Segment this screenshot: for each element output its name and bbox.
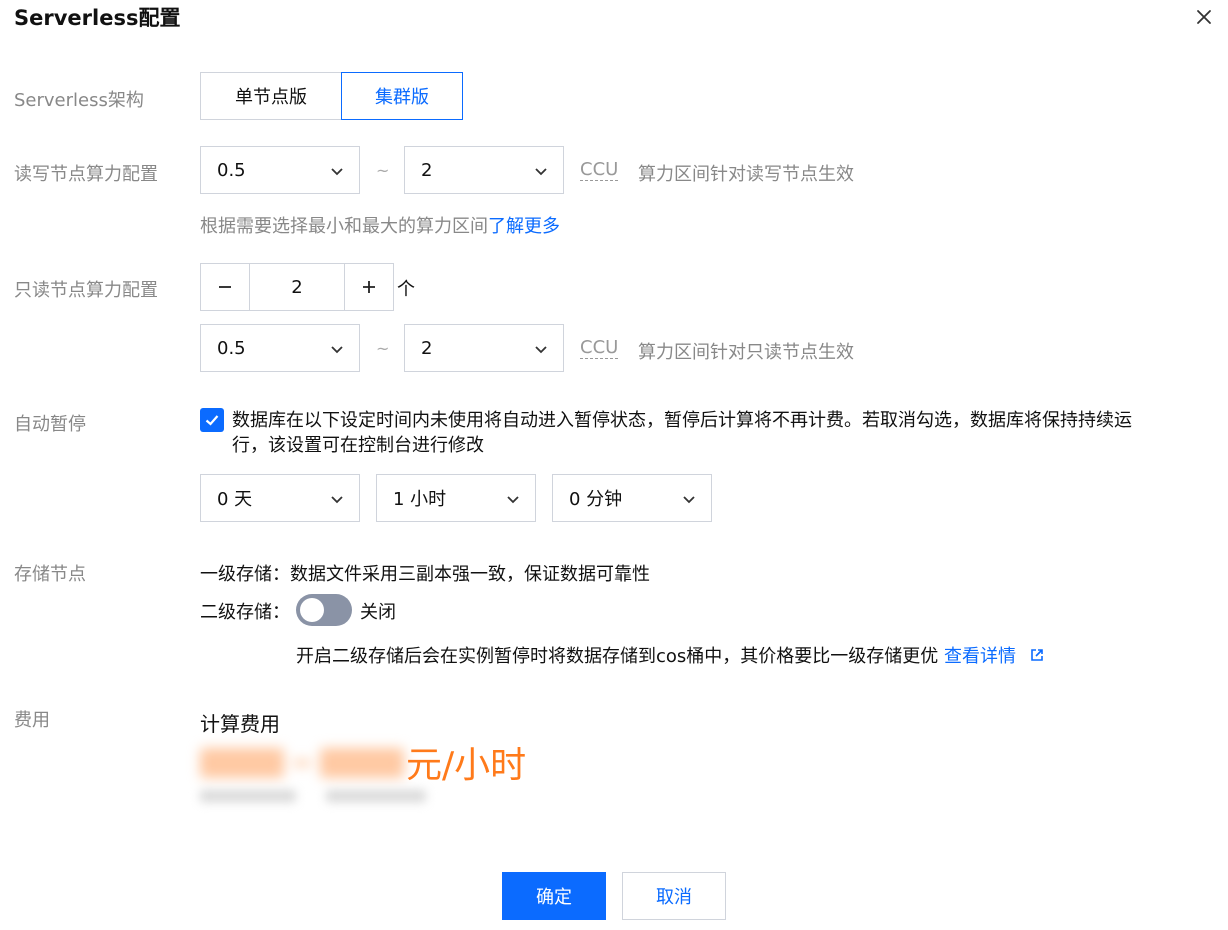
learn-more-link[interactable]: 了解更多	[488, 216, 560, 237]
ro-max-value: 2	[421, 337, 433, 359]
chevron-down-icon	[535, 346, 547, 354]
confirm-button[interactable]: 确定	[502, 872, 606, 920]
ccu-unit[interactable]: CCU	[580, 160, 619, 181]
check-icon	[205, 415, 219, 426]
pause-hours-value: 1 小时	[393, 489, 447, 510]
view-details-label: 查看详情	[944, 646, 1017, 667]
cancel-button[interactable]: 取消	[622, 872, 726, 920]
rw-max-select[interactable]: 2	[404, 146, 564, 194]
range-separator: ~	[376, 161, 390, 180]
toggle-knob	[300, 598, 324, 622]
pause-minutes-value: 0 分钟	[569, 489, 623, 510]
rw-compute-hint: 根据需要选择最小和最大的算力区间了解更多	[200, 212, 560, 238]
auto-pause-label: 自动暂停	[14, 414, 86, 435]
level2-hint-text: 开启二级存储后会在实例暂停时将数据存储到cos桶中，其价格要比一级存储更优	[296, 646, 939, 667]
level2-storage-label: 二级存储：	[200, 602, 290, 623]
minus-icon	[219, 286, 231, 288]
level1-storage-text: 一级存储：数据文件采用三副本强一致，保证数据可靠性	[200, 564, 650, 585]
price-unit: 元/小时	[406, 745, 527, 786]
chevron-down-icon	[331, 496, 343, 504]
level2-storage-toggle[interactable]	[296, 594, 352, 626]
range-separator: ~	[376, 339, 390, 358]
chevron-down-icon	[331, 168, 343, 176]
plus-icon	[363, 281, 375, 293]
dialog-title: Serverless配置	[14, 6, 181, 30]
chevron-down-icon	[535, 168, 547, 176]
ro-count-unit: 个	[397, 279, 415, 300]
pause-days-value: 0 天	[217, 489, 253, 510]
decrement-button[interactable]	[201, 264, 249, 310]
pause-days-select[interactable]: 0 天	[200, 474, 360, 522]
increment-button[interactable]	[345, 264, 393, 310]
blurred-price-range	[200, 748, 404, 778]
rw-hint-text: 根据需要选择最小和最大的算力区间	[200, 216, 488, 237]
auto-pause-description: 数据库在以下设定时间内未使用将自动进入暂停状态，暂停后计算将不再计费。若取消勾选…	[232, 410, 1132, 456]
ro-min-value: 0.5	[217, 337, 246, 359]
rw-min-value: 0.5	[217, 159, 246, 181]
pause-hours-select[interactable]: 1 小时	[376, 474, 536, 522]
chevron-down-icon	[331, 346, 343, 354]
rw-min-select[interactable]: 0.5	[200, 146, 360, 194]
chevron-down-icon	[683, 496, 695, 504]
auto-pause-checkbox[interactable]	[200, 408, 224, 432]
ro-compute-label: 只读节点算力配置	[14, 280, 158, 301]
chevron-down-icon	[507, 496, 519, 504]
ro-max-select[interactable]: 2	[404, 324, 564, 372]
architecture-segment: 单节点版 集群版	[200, 72, 463, 120]
level2-storage-hint: 开启二级存储后会在实例暂停时将数据存储到cos桶中，其价格要比一级存储更优 查看…	[296, 642, 1044, 668]
rw-max-value: 2	[421, 159, 433, 181]
level2-storage-state: 关闭	[360, 602, 396, 623]
ro-count-value[interactable]: 2	[249, 264, 345, 310]
close-icon[interactable]	[1194, 7, 1214, 27]
ro-min-select[interactable]: 0.5	[200, 324, 360, 372]
pause-minutes-select[interactable]: 0 分钟	[552, 474, 712, 522]
rw-compute-note: 算力区间针对读写节点生效	[638, 164, 854, 185]
architecture-label: Serverless架构	[14, 90, 144, 111]
compute-fee-title: 计算费用	[200, 712, 280, 736]
fee-label: 费用	[14, 710, 50, 731]
ro-compute-note: 算力区间针对只读节点生效	[638, 342, 854, 363]
blurred-price-detail	[200, 790, 426, 802]
cluster-option[interactable]: 集群版	[341, 72, 463, 120]
ro-count-stepper: 2	[200, 263, 394, 311]
single-node-option[interactable]: 单节点版	[200, 72, 342, 120]
view-details-link[interactable]: 查看详情	[944, 646, 1044, 667]
storage-label: 存储节点	[14, 564, 86, 585]
rw-compute-label: 读写节点算力配置	[14, 164, 158, 185]
ccu-unit[interactable]: CCU	[580, 338, 619, 359]
external-link-icon	[1030, 649, 1043, 661]
